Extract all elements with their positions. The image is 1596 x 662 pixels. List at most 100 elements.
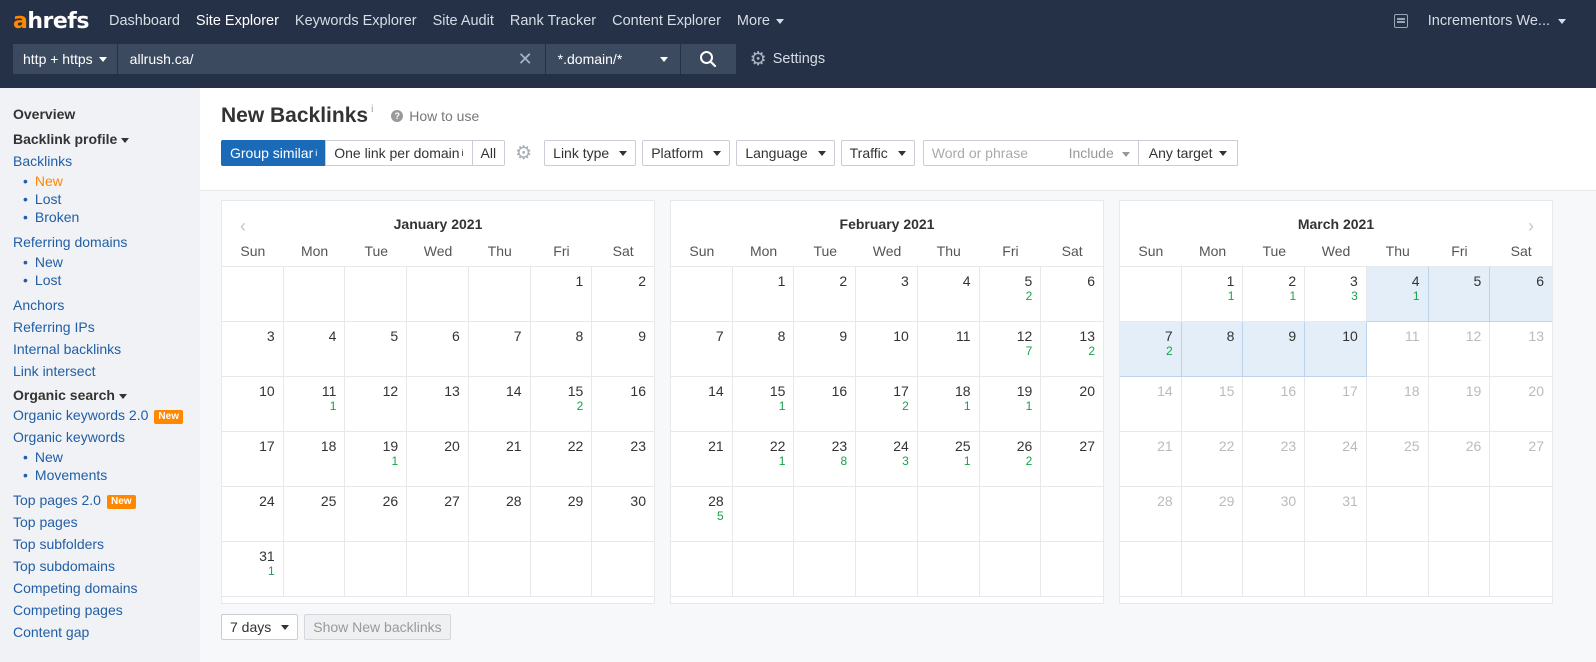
- calendar-day[interactable]: 6: [407, 322, 469, 377]
- calendar-day[interactable]: 14: [468, 377, 531, 432]
- clear-icon[interactable]: ✕: [518, 50, 533, 68]
- calendar-day[interactable]: 1: [732, 267, 795, 322]
- sidebar-competing-pages[interactable]: Competing pages: [13, 599, 200, 621]
- calendar-day[interactable]: 31: [1305, 487, 1367, 542]
- calendar-day[interactable]: 15: [1181, 377, 1244, 432]
- platform-dropdown[interactable]: Platform: [642, 140, 731, 166]
- sidebar-content-gap[interactable]: Content gap: [13, 621, 200, 643]
- calendar-day[interactable]: 15 1: [732, 377, 795, 432]
- calendar-day[interactable]: 18 1: [917, 377, 980, 432]
- sidebar-top-pages[interactable]: Top pages: [13, 511, 200, 533]
- calendar-day[interactable]: 28: [1120, 487, 1182, 542]
- calendar-day[interactable]: 21: [671, 432, 733, 487]
- calendar-day[interactable]: 17: [222, 432, 284, 487]
- calendar-day[interactable]: 29: [1181, 487, 1244, 542]
- calendar-day[interactable]: 1: [530, 267, 593, 322]
- language-dropdown[interactable]: Language: [736, 140, 835, 166]
- calendar-day[interactable]: 14: [1120, 377, 1182, 432]
- backlink-count[interactable]: 2: [531, 399, 584, 414]
- calendar-day[interactable]: 27: [407, 487, 469, 542]
- calendar-day[interactable]: 5: [345, 322, 408, 377]
- calendar-day[interactable]: 7: [468, 322, 531, 377]
- calendar-day[interactable]: 8: [530, 322, 593, 377]
- calendar-day[interactable]: 10: [1305, 322, 1367, 377]
- calendar-day[interactable]: 7: [671, 322, 733, 377]
- backlink-count[interactable]: 1: [345, 454, 398, 469]
- calendar-day[interactable]: 41: [1366, 267, 1429, 322]
- backlink-count[interactable]: 8: [794, 454, 847, 469]
- calendar-day[interactable]: 5: [1428, 267, 1491, 322]
- calendar-day[interactable]: 6: [1490, 267, 1552, 322]
- nav-more[interactable]: More: [737, 13, 784, 29]
- calendar-day[interactable]: 2: [592, 267, 654, 322]
- backlink-count[interactable]: 1: [980, 399, 1033, 414]
- calendar-day[interactable]: 24: [1305, 432, 1367, 487]
- calendar-day[interactable]: 25: [1366, 432, 1429, 487]
- sidebar-top-pages-2[interactable]: Top pages 2.0 New: [13, 489, 200, 511]
- sidebar-referring-ips[interactable]: Referring IPs: [13, 316, 200, 338]
- account-menu[interactable]: Incrementors We...: [1428, 13, 1566, 29]
- calendar-day[interactable]: 33: [1305, 267, 1367, 322]
- backlink-count[interactable]: 2: [1041, 344, 1095, 359]
- nav-site-audit[interactable]: Site Audit: [433, 13, 494, 29]
- calendar-day[interactable]: 24: [222, 487, 284, 542]
- protocol-select[interactable]: http + https: [13, 44, 118, 74]
- calendar-day[interactable]: 9: [1243, 322, 1306, 377]
- calendar-day[interactable]: 10: [222, 377, 284, 432]
- one-link-per-domain-button[interactable]: One link per domain i: [325, 140, 473, 166]
- sidebar-organic-movements[interactable]: Movements: [13, 466, 200, 484]
- traffic-dropdown[interactable]: Traffic: [840, 140, 915, 166]
- backlink-count[interactable]: 1: [918, 399, 971, 414]
- sidebar-backlink-profile[interactable]: Backlink profile: [13, 131, 200, 147]
- calendar-day[interactable]: 17: [1305, 377, 1367, 432]
- calendar-day[interactable]: 4: [283, 322, 346, 377]
- calendar-day[interactable]: 21: [468, 432, 531, 487]
- calendar-day[interactable]: 25: [283, 487, 346, 542]
- backlink-count[interactable]: 3: [856, 454, 909, 469]
- calendar-day[interactable]: 25 1: [917, 432, 980, 487]
- link-type-dropdown[interactable]: Link type: [544, 140, 637, 166]
- show-new-backlinks-button[interactable]: Show New backlinks: [304, 614, 451, 640]
- sidebar-refdomains-new[interactable]: New: [13, 253, 200, 271]
- sidebar-competing-domains[interactable]: Competing domains: [13, 577, 200, 599]
- calendar-day[interactable]: 24 3: [856, 432, 918, 487]
- calendar-day[interactable]: 3: [856, 267, 918, 322]
- calendar-day[interactable]: 17 2: [856, 377, 918, 432]
- calendar-day[interactable]: 72: [1120, 322, 1182, 377]
- backlink-count[interactable]: 1: [918, 454, 971, 469]
- nav-content-explorer[interactable]: Content Explorer: [612, 13, 721, 29]
- calendar-day[interactable]: 26 2: [979, 432, 1042, 487]
- sidebar-backlinks-broken[interactable]: Broken: [13, 208, 200, 226]
- sidebar-organic-keywords-2[interactable]: Organic keywords 2.0 New: [13, 404, 200, 426]
- gear-icon[interactable]: ⚙: [515, 142, 532, 165]
- calendar-day[interactable]: 16: [794, 377, 857, 432]
- any-target-dropdown[interactable]: Any target: [1138, 140, 1238, 166]
- calendar-day[interactable]: 52: [979, 267, 1042, 322]
- calendar-day[interactable]: 22: [1181, 432, 1244, 487]
- mode-select[interactable]: *.domain/*: [544, 44, 680, 74]
- calendar-day[interactable]: 20: [407, 432, 469, 487]
- calendar-day[interactable]: 9: [592, 322, 654, 377]
- calendar-day[interactable]: 20: [1041, 377, 1103, 432]
- calendar-day[interactable]: 2: [794, 267, 857, 322]
- calendar-day[interactable]: 28: [468, 487, 531, 542]
- sidebar-top-subfolders[interactable]: Top subfolders: [13, 533, 200, 555]
- calendar-day[interactable]: 26: [345, 487, 408, 542]
- calendar-day[interactable]: 19 1: [345, 432, 408, 487]
- calendar-day[interactable]: 9: [794, 322, 857, 377]
- backlink-count[interactable]: 2: [1120, 344, 1173, 359]
- calendar-day[interactable]: 27: [1041, 432, 1103, 487]
- sidebar-backlinks-new[interactable]: New: [13, 172, 200, 190]
- sidebar-organic-keywords[interactable]: Organic keywords: [13, 426, 200, 448]
- calendar-day[interactable]: 12: [345, 377, 408, 432]
- include-dropdown[interactable]: Include: [1069, 145, 1130, 161]
- calendar-day[interactable]: 18: [1366, 377, 1429, 432]
- nav-rank-tracker[interactable]: Rank Tracker: [510, 13, 596, 29]
- how-to-use-link[interactable]: ? How to use: [391, 108, 479, 124]
- nav-keywords-explorer[interactable]: Keywords Explorer: [295, 13, 417, 29]
- calendar-day[interactable]: 12: [1428, 322, 1491, 377]
- backlink-count[interactable]: 2: [856, 399, 909, 414]
- settings-link[interactable]: ⚙ Settings: [750, 44, 825, 74]
- calendar-day[interactable]: 23: [592, 432, 654, 487]
- calendar-day[interactable]: 15 2: [530, 377, 593, 432]
